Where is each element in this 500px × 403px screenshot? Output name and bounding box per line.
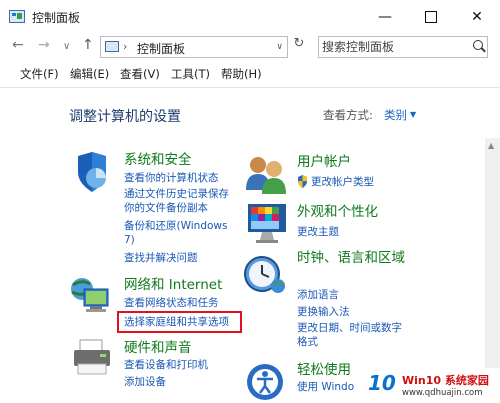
address-history-button[interactable]: ∨ <box>276 42 283 52</box>
uac-shield-icon <box>298 175 307 188</box>
breadcrumb-control-panel[interactable]: 控制面板 <box>137 40 185 57</box>
clock-globe-icon[interactable] <box>242 252 288 298</box>
category-appearance[interactable]: 外观和个性化 <box>297 204 378 220</box>
menu-edit[interactable]: 编辑(E) <box>70 66 109 82</box>
chevron-down-icon[interactable]: ▼ <box>410 110 416 119</box>
breadcrumb-separator: › <box>123 40 128 53</box>
link-add-language[interactable]: 添加语言 <box>297 288 339 302</box>
category-network-internet[interactable]: 网络和 Internet <box>124 277 222 293</box>
category-clock-language-region[interactable]: 时钟、语言和区域 <box>297 250 405 266</box>
highlight-box <box>117 311 242 333</box>
link-ease-of-access-suggestions[interactable]: 使用 Windo <box>297 380 354 394</box>
link-add-device[interactable]: 添加设备 <box>124 375 166 389</box>
menu-help[interactable]: 帮助(H) <box>221 66 262 82</box>
monitor-icon[interactable] <box>244 200 290 246</box>
link-change-theme[interactable]: 更改主题 <box>297 225 339 239</box>
link-network-status[interactable]: 查看网络状态和任务 <box>124 296 219 310</box>
category-ease-of-access[interactable]: 轻松使用 <box>297 362 351 378</box>
recent-locations-button[interactable]: ∨ <box>63 41 70 52</box>
back-button[interactable]: ← <box>12 37 24 53</box>
minimize-button[interactable]: — <box>362 0 408 34</box>
menu-tools[interactable]: 工具(T) <box>171 66 210 82</box>
main-content: 调整计算机的设置 查看方式: 类别 ▼ ▲ 系统和安全 查看你的计算机状态 通过… <box>0 88 500 403</box>
menu-bar: 文件(F) 编辑(E) 查看(V) 工具(T) 帮助(H) <box>0 62 500 88</box>
maximize-icon <box>425 11 437 23</box>
address-bar[interactable]: › 控制面板 ∨ <box>100 36 288 58</box>
link-view-computer-status[interactable]: 查看你的计算机状态 <box>124 171 219 185</box>
control-panel-icon <box>9 10 25 23</box>
printer-icon[interactable] <box>70 338 114 378</box>
view-by-dropdown[interactable]: 类别 <box>384 107 407 123</box>
scroll-up-arrow[interactable]: ▲ <box>488 141 494 150</box>
category-user-accounts[interactable]: 用户帐户 <box>297 154 351 170</box>
menu-file[interactable]: 文件(F) <box>20 66 59 82</box>
link-change-input-method[interactable]: 更换输入法 <box>297 305 350 319</box>
control-panel-icon <box>105 41 119 52</box>
link-change-account-type[interactable]: 更改帐户类型 <box>311 175 374 189</box>
link-backup-restore[interactable]: 备份和还原(Windows 7) <box>124 219 236 247</box>
link-troubleshoot[interactable]: 查找并解决问题 <box>124 251 198 265</box>
up-button[interactable]: ↑ <box>82 37 94 53</box>
category-hardware-sound[interactable]: 硬件和声音 <box>124 340 192 356</box>
site-watermark: 10 Win10 系统家园 www.qdhuajin.com <box>366 368 500 403</box>
link-devices-printers[interactable]: 查看设备和打印机 <box>124 358 208 372</box>
watermark-logo: 10 <box>368 371 396 395</box>
vertical-scrollbar[interactable]: ▲ <box>485 138 500 403</box>
page-title: 调整计算机的设置 <box>69 109 181 125</box>
search-icon[interactable] <box>473 40 483 50</box>
refresh-button[interactable]: ↻ <box>289 36 309 58</box>
view-by-label: 查看方式: <box>323 108 373 122</box>
shield-icon[interactable] <box>70 150 114 194</box>
search-input[interactable] <box>322 39 462 55</box>
ease-of-access-icon[interactable] <box>244 360 286 400</box>
control-panel-window: 控制面板 — ✕ ← → ∨ ↑ › 控制面板 ∨ ↻ 文件(F) 编辑(E) … <box>0 0 500 403</box>
user-accounts-icon[interactable] <box>244 154 290 194</box>
link-file-history[interactable]: 通过文件历史记录保存你的文件备份副本 <box>124 187 236 215</box>
close-button[interactable]: ✕ <box>454 0 500 34</box>
watermark-url: www.qdhuajin.com <box>402 388 483 398</box>
link-change-date-time-format[interactable]: 更改日期、时间或数字格式 <box>297 321 409 349</box>
maximize-button[interactable] <box>408 0 454 34</box>
window-title: 控制面板 <box>32 11 81 25</box>
menu-view[interactable]: 查看(V) <box>120 66 160 82</box>
search-box[interactable] <box>318 36 488 58</box>
forward-button[interactable]: → <box>38 37 50 53</box>
network-globe-icon[interactable] <box>68 275 114 315</box>
watermark-site-name: Win10 系统家园 <box>402 374 489 387</box>
category-system-security[interactable]: 系统和安全 <box>124 152 192 168</box>
title-bar: 控制面板 — ✕ <box>0 0 500 34</box>
